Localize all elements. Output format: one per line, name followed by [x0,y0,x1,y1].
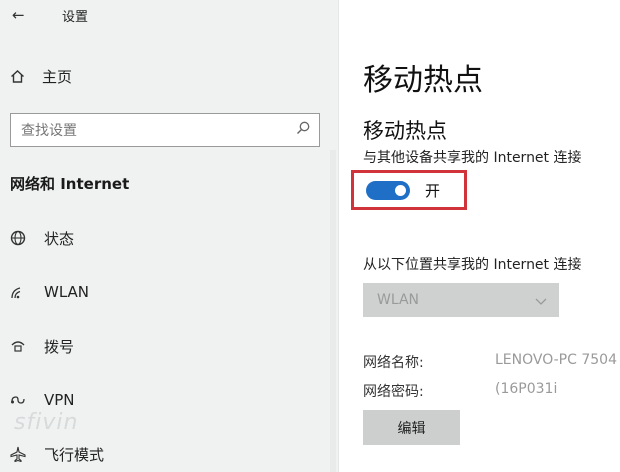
section-title: 网络和 Internet [10,175,130,193]
window-title: 设置 [62,9,89,25]
hotspot-heading: 移动热点 [363,119,447,143]
sidebar: ← 设置 主页 查找设置 网络和 Internet 状态 WLAN 拨号 VPN… [0,0,338,472]
page-title: 移动热点 [363,63,483,98]
globe-icon [10,230,44,246]
sidebar-item-label: 状态 [44,229,75,248]
sidebar-item-wlan[interactable]: WLAN [10,280,89,304]
search-input[interactable]: 查找设置 [10,113,320,147]
chevron-down-icon [535,291,547,310]
sidebar-item-label: 主页 [42,68,73,86]
select-value: WLAN [377,292,420,308]
network-name-value: LENOVO-PC 7504 [495,352,617,368]
airplane-icon [10,446,44,462]
sidebar-item-dialup[interactable]: 拨号 [10,334,74,358]
sidebar-item-label: WLAN [44,283,90,301]
dialup-icon [10,338,44,354]
sidebar-item-airplane[interactable]: 飞行模式 [10,442,104,466]
edit-button[interactable]: 编辑 [363,410,460,445]
title-bar: ← 设置 [12,4,88,26]
share-description: 与其他设备共享我的 Internet 连接 [363,150,582,166]
wifi-icon [10,284,44,300]
sidebar-item-status[interactable]: 状态 [10,226,74,250]
toggle-state-label: 开 [425,182,441,200]
share-from-select[interactable]: WLAN [363,283,559,317]
network-password-value: (16P031i [495,381,558,397]
hotspot-toggle[interactable] [366,181,410,200]
sidebar-item-label: 拨号 [44,337,75,356]
back-arrow-icon[interactable]: ← [12,6,42,24]
sidebar-item-label: 飞行模式 [44,445,105,464]
sidebar-item-home[interactable]: 主页 [10,66,72,87]
vpn-icon [10,392,44,408]
sidebar-item-vpn[interactable]: VPN [10,388,75,412]
search-icon[interactable] [295,120,311,140]
network-name-label: 网络名称: [363,355,424,371]
main-panel: 移动热点 移动热点 与其他设备共享我的 Internet 连接 开 从以下位置共… [339,0,620,472]
sidebar-scrollbar[interactable] [330,150,336,472]
network-password-label: 网络密码: [363,384,424,400]
share-from-label: 从以下位置共享我的 Internet 连接 [363,257,582,273]
toggle-knob [395,185,406,196]
home-icon [10,69,42,84]
sidebar-item-label: VPN [44,391,75,409]
search-placeholder: 查找设置 [21,123,77,139]
watermark: sfivin [14,410,79,435]
